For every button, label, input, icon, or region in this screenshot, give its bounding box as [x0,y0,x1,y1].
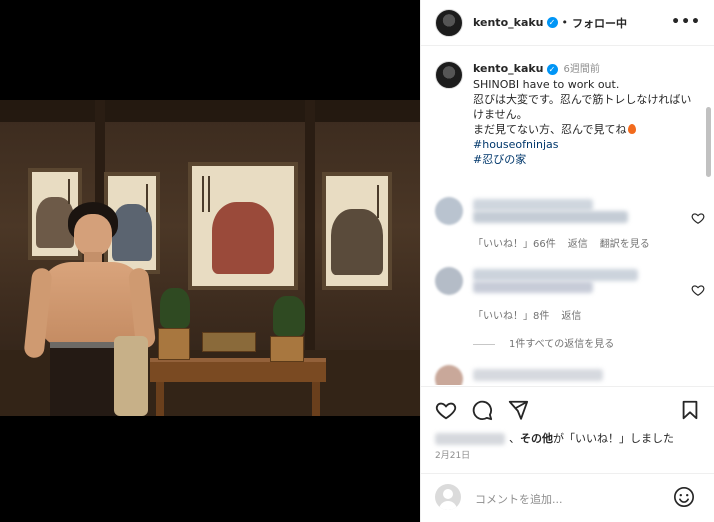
comments-scrollbar[interactable] [706,107,711,177]
caption-username[interactable]: kento_kaku [473,62,544,75]
comment-item [435,365,705,385]
instagram-post-modal: kento_kaku ✓ • フォロー中 ••• kento_kaku ✓ 6週間前… [0,0,714,522]
comment-reply-button[interactable]: 返信 [568,239,588,250]
caption-avatar[interactable] [435,61,463,89]
post-side-panel: kento_kaku ✓ • フォロー中 ••• kento_kaku ✓ 6週間前… [420,0,714,522]
hanging-scroll-4 [322,172,392,290]
comment-input[interactable]: コメントを追加... [475,491,563,507]
post-media[interactable] [0,0,420,522]
comment-bubble-icon[interactable] [471,399,493,421]
share-paper-plane-icon[interactable] [507,399,529,421]
more-options-button[interactable]: ••• [671,14,701,30]
view-replies-button[interactable]: 1件すべての返信を見る [473,335,614,350]
comment-item: 「いいね！」66件 返信 翻訳を見る [435,197,705,257]
like-comment-heart-icon[interactable] [691,211,705,225]
verified-badge-icon: ✓ [546,17,558,28]
caption-line-1: SHINOBI have to work out. [473,78,620,91]
comment-translate-button[interactable]: 翻訳を見る [600,239,650,250]
following-button[interactable]: フォロー中 [572,15,627,31]
like-heart-icon[interactable] [435,399,457,421]
caption-line-3: まだ見てない方、忍んで見てね [473,122,695,137]
save-bookmark-icon[interactable] [679,399,701,421]
hashtag-link-2[interactable]: #忍びの家 [473,152,695,167]
comment-reply-button[interactable]: 返信 [561,311,581,322]
comment-item: 「いいね！」8件 返信 [435,267,705,327]
verified-badge-icon: ✓ [546,63,558,75]
post-actions: 、その他が「いいね！」しました 2月21日 コメントを追加... [421,386,714,522]
comments-section: kento_kaku ✓ 6週間前 SHINOBI have to work out… [421,47,714,385]
commenter-avatar[interactable] [435,197,463,225]
comment-likes-count[interactable]: 「いいね！」66件 [473,239,556,250]
separator-dot: • [561,16,569,29]
post-caption: kento_kaku ✓ 6週間前 SHINOBI have to work out… [435,61,705,167]
comment-likes-count[interactable]: 「いいね！」8件 [473,311,549,322]
person-figure [23,196,157,416]
current-user-avatar [435,484,461,510]
emoji-picker-icon[interactable] [673,486,695,508]
likes-summary[interactable]: 、その他が「いいね！」しました [435,430,674,446]
caption-time[interactable]: 6週間前 [564,64,600,75]
commenter-avatar[interactable] [435,267,463,295]
hanging-scroll-3 [188,162,298,290]
caption-line-2: 忍びは大変です。忍んで筋トレしなければいけません。 [473,93,692,121]
author-avatar[interactable] [435,8,463,37]
author-username[interactable]: kento_kaku [473,16,544,29]
commenter-avatar[interactable] [435,365,463,385]
post-date[interactable]: 2月21日 [435,448,470,461]
post-photo [0,100,420,416]
fire-emoji-icon [628,124,637,134]
post-header: kento_kaku ✓ • フォロー中 ••• [421,0,714,46]
hashtag-link-1[interactable]: #houseofninjas [473,137,695,152]
liker-name-blurred [435,433,505,445]
add-comment-bar: コメントを追加... [421,473,714,522]
like-comment-heart-icon[interactable] [691,283,705,297]
